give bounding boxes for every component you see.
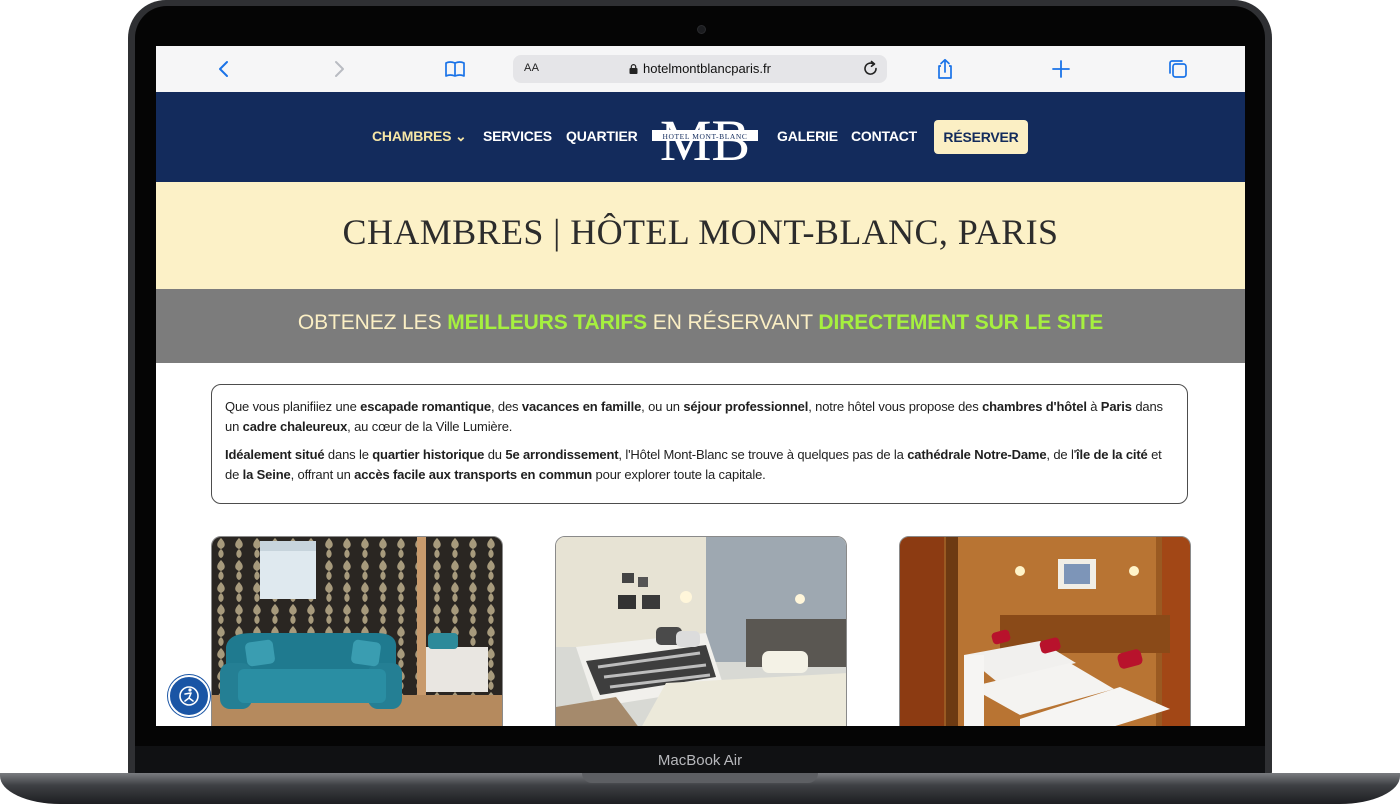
intro-bold-text: quartier historique bbox=[372, 447, 485, 462]
intro-bold-text: cadre chaleureux bbox=[242, 419, 348, 434]
site-navigation: CHAMBRES ⌄ SERVICES QUARTIER MB HOTEL MO… bbox=[156, 92, 1245, 182]
intro-text: , de l' bbox=[1046, 447, 1077, 462]
intro-text: , l'Hôtel Mont-Blanc se trouve à quelque… bbox=[618, 447, 908, 462]
intro-text: , notre hôtel vous propose des bbox=[808, 399, 983, 414]
lock-icon bbox=[629, 64, 638, 74]
page-title: CHAMBRES | HÔTEL MONT-BLANC, PARIS bbox=[342, 212, 1059, 252]
intro-text: , ou un bbox=[641, 399, 684, 414]
back-icon[interactable] bbox=[210, 55, 238, 83]
intro-box: Que vous planifiiez une escapade romanti… bbox=[211, 384, 1188, 504]
accessibility-icon[interactable] bbox=[168, 675, 210, 717]
intro-bold-text: vacances en famille bbox=[521, 399, 642, 414]
intro-bold-text: Paris bbox=[1100, 399, 1132, 414]
promo-band: OBTENEZ LES MEILLEURS TARIFS EN RÉSERVAN… bbox=[156, 289, 1245, 363]
room-photo-grey-twin[interactable] bbox=[555, 536, 847, 726]
nav-item-services[interactable]: SERVICES bbox=[483, 128, 552, 144]
nav-item-quartier[interactable]: QUARTIER bbox=[566, 128, 638, 144]
intro-text: du bbox=[484, 447, 506, 462]
intro-text: Que vous planifiiez une bbox=[225, 399, 361, 414]
forward-icon[interactable] bbox=[325, 55, 353, 83]
hinge-notch bbox=[582, 773, 818, 783]
url-text: hotelmontblancparis.fr bbox=[513, 61, 887, 76]
intro-bold-text: séjour professionnel bbox=[683, 399, 809, 414]
bookmarks-icon[interactable] bbox=[441, 55, 469, 83]
intro-text: dans le bbox=[324, 447, 373, 462]
intro-bold-text: cathédrale Notre-Dame bbox=[907, 447, 1047, 462]
tabs-icon[interactable] bbox=[1164, 55, 1192, 83]
share-icon[interactable] bbox=[931, 55, 959, 83]
intro-bold-text: Idéalement situé bbox=[225, 447, 325, 462]
room-photo-blue-damask[interactable] bbox=[211, 536, 503, 726]
intro-text: , au cœur de la Ville Lumière. bbox=[347, 419, 513, 434]
intro-bold-text: escapade romantique bbox=[360, 399, 491, 414]
intro-bold-text: île de la cité bbox=[1076, 447, 1148, 462]
intro-text: , offrant un bbox=[290, 467, 355, 482]
logo-text: HOTEL MONT-BLANC bbox=[662, 132, 747, 141]
new-tab-icon[interactable] bbox=[1047, 55, 1075, 83]
screen: AA hotelmontblancparis.fr CHAMBRES ⌄ SER… bbox=[156, 46, 1245, 726]
browser-toolbar: AA hotelmontblancparis.fr bbox=[156, 46, 1245, 93]
promo-highlight-direct: DIRECTEMENT SUR LE SITE bbox=[818, 311, 1104, 334]
device-label: MacBook Air bbox=[657, 752, 743, 769]
intro-bold-text: 5e arrondissement bbox=[505, 447, 619, 462]
reload-icon[interactable] bbox=[861, 59, 881, 79]
intro-paragraph-2: Idéalement situé dans le quartier histor… bbox=[225, 445, 1174, 485]
promo-text: OBTENEZ LES MEILLEURS TARIFS EN RÉSERVAN… bbox=[156, 311, 1245, 335]
promo-part2: EN RÉSERVANT bbox=[647, 311, 819, 334]
promo-highlight-best-rates: MEILLEURS TARIFS bbox=[447, 311, 648, 334]
hotel-logo[interactable]: MB HOTEL MONT-BLANC bbox=[652, 110, 758, 166]
intro-bold-text: chambres d'hôtel bbox=[982, 399, 1087, 414]
intro-text: pour explorer toute la capitale. bbox=[592, 467, 766, 482]
intro-paragraph-1: Que vous planifiiez une escapade romanti… bbox=[225, 397, 1174, 437]
camera bbox=[697, 25, 706, 34]
nav-item-contact[interactable]: CONTACT bbox=[851, 128, 917, 144]
nav-item-galerie[interactable]: GALERIE bbox=[777, 128, 838, 144]
title-band: CHAMBRES | HÔTEL MONT-BLANC, PARIS bbox=[156, 182, 1245, 289]
intro-text: à bbox=[1086, 399, 1101, 414]
intro-text: , des bbox=[490, 399, 522, 414]
address-bar[interactable]: AA hotelmontblancparis.fr bbox=[513, 55, 887, 83]
promo-part1: OBTENEZ LES bbox=[297, 311, 448, 334]
reserve-button[interactable]: RÉSERVER bbox=[934, 120, 1028, 154]
room-photo-wood-triple[interactable] bbox=[899, 536, 1191, 726]
url-label: hotelmontblancparis.fr bbox=[643, 61, 771, 76]
intro-bold-text: accès facile aux transports en commun bbox=[354, 467, 593, 482]
intro-bold-text: la Seine bbox=[242, 467, 291, 482]
nav-item-chambres[interactable]: CHAMBRES ⌄ bbox=[372, 128, 467, 145]
